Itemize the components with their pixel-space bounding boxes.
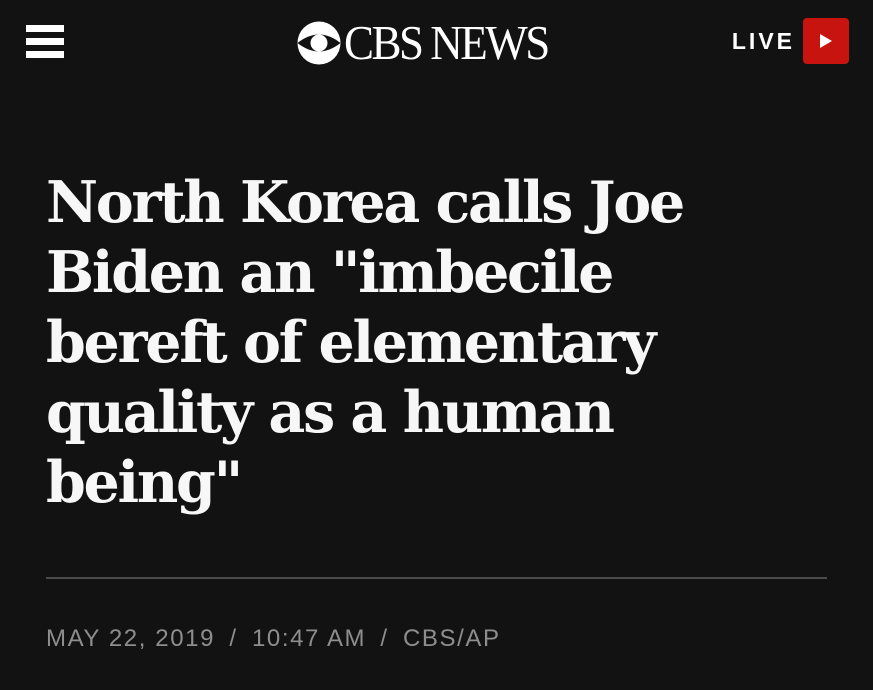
menu-line	[26, 51, 64, 58]
play-icon	[820, 34, 832, 48]
divider	[46, 577, 827, 579]
meta-separator: /	[229, 625, 238, 652]
cbs-news-logo[interactable]: CBS NEWS	[296, 15, 550, 70]
brand-name: CBS NEWS	[344, 15, 550, 70]
live-label: LIVE	[731, 27, 795, 54]
article-meta: MAY 22, 2019 / 10:47 AM / CBS/AP	[46, 624, 501, 654]
article-headline: North Korea calls Joe Biden an "imbecile…	[46, 169, 685, 516]
publish-date: MAY 22, 2019	[46, 625, 216, 652]
article-source[interactable]: CBS/AP	[403, 625, 501, 652]
cbs-eye-icon	[297, 21, 341, 65]
top-navigation-bar: CBS NEWS LIVE	[0, 0, 873, 86]
menu-line	[26, 38, 64, 45]
menu-line	[26, 25, 64, 32]
publish-time: 10:47 AM	[251, 625, 367, 652]
meta-separator: /	[380, 625, 389, 652]
hamburger-menu-icon[interactable]	[26, 23, 64, 61]
live-button[interactable]: LIVE	[732, 18, 849, 64]
live-play-button[interactable]	[803, 18, 849, 64]
